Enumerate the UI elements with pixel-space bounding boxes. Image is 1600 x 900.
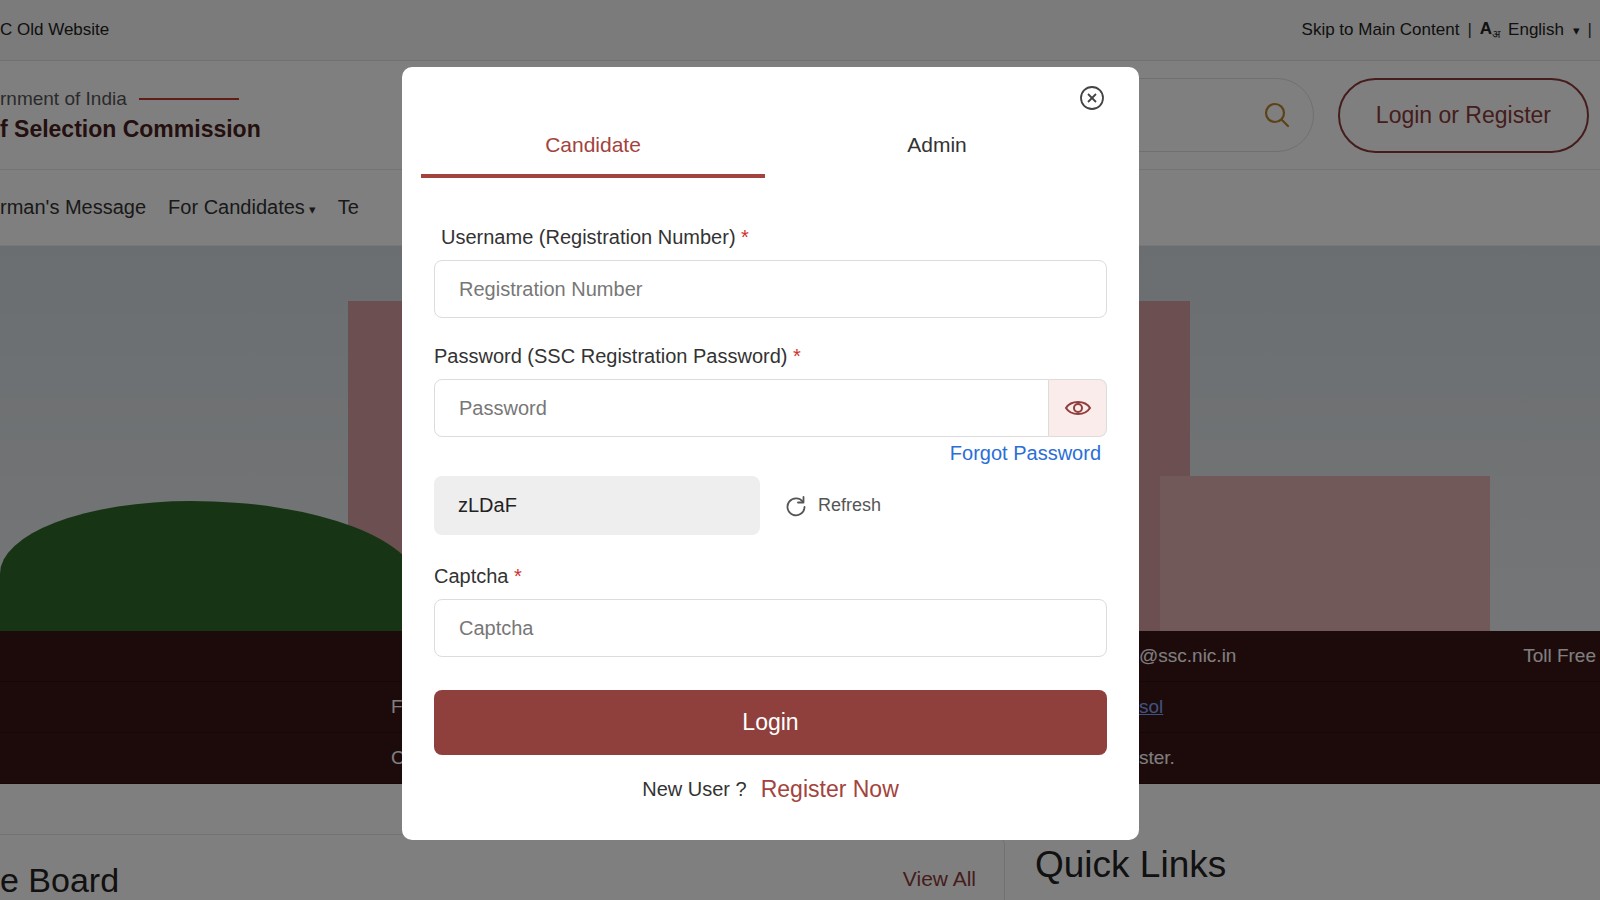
field-label: Captcha * <box>434 564 1107 588</box>
login-button[interactable]: Login <box>434 690 1107 755</box>
register-row: New User ? Register Now <box>434 776 1107 802</box>
captcha-input[interactable] <box>434 599 1107 657</box>
username-input[interactable] <box>434 260 1107 318</box>
forgot-row: Forgot Password <box>434 441 1107 465</box>
close-row <box>402 67 1139 111</box>
refresh-icon <box>784 494 808 518</box>
password-input[interactable] <box>434 379 1049 437</box>
tab[interactable]: Candidate <box>421 111 765 178</box>
page: C Old WebsiteSkip to Main Content|AअEngl… <box>0 0 1600 900</box>
refresh-button[interactable]: Refresh <box>784 494 881 518</box>
login-modal: CandidateAdminUsername (Registration Num… <box>402 67 1139 840</box>
show-password-button[interactable] <box>1049 379 1107 437</box>
tabs: CandidateAdmin <box>402 111 1139 178</box>
register-prompt: New User ? <box>642 776 746 802</box>
tab[interactable]: Admin <box>765 111 1109 178</box>
field-label: Password (SSC Registration Password) * <box>434 344 1107 368</box>
field-label: Username (Registration Number) * <box>434 225 1107 249</box>
register-link[interactable]: Register Now <box>761 776 899 802</box>
eye-icon <box>1064 398 1092 418</box>
login-form: Username (Registration Number) * Password… <box>402 178 1139 802</box>
captcha-image: zLDaF <box>434 476 760 535</box>
forgot-password-link[interactable]: Forgot Password <box>950 441 1101 465</box>
password-field <box>434 379 1107 437</box>
captcha-row: zLDaF Refresh <box>434 476 1107 535</box>
close-icon[interactable] <box>1079 85 1105 111</box>
modal-overlay: CandidateAdminUsername (Registration Num… <box>0 0 1600 900</box>
